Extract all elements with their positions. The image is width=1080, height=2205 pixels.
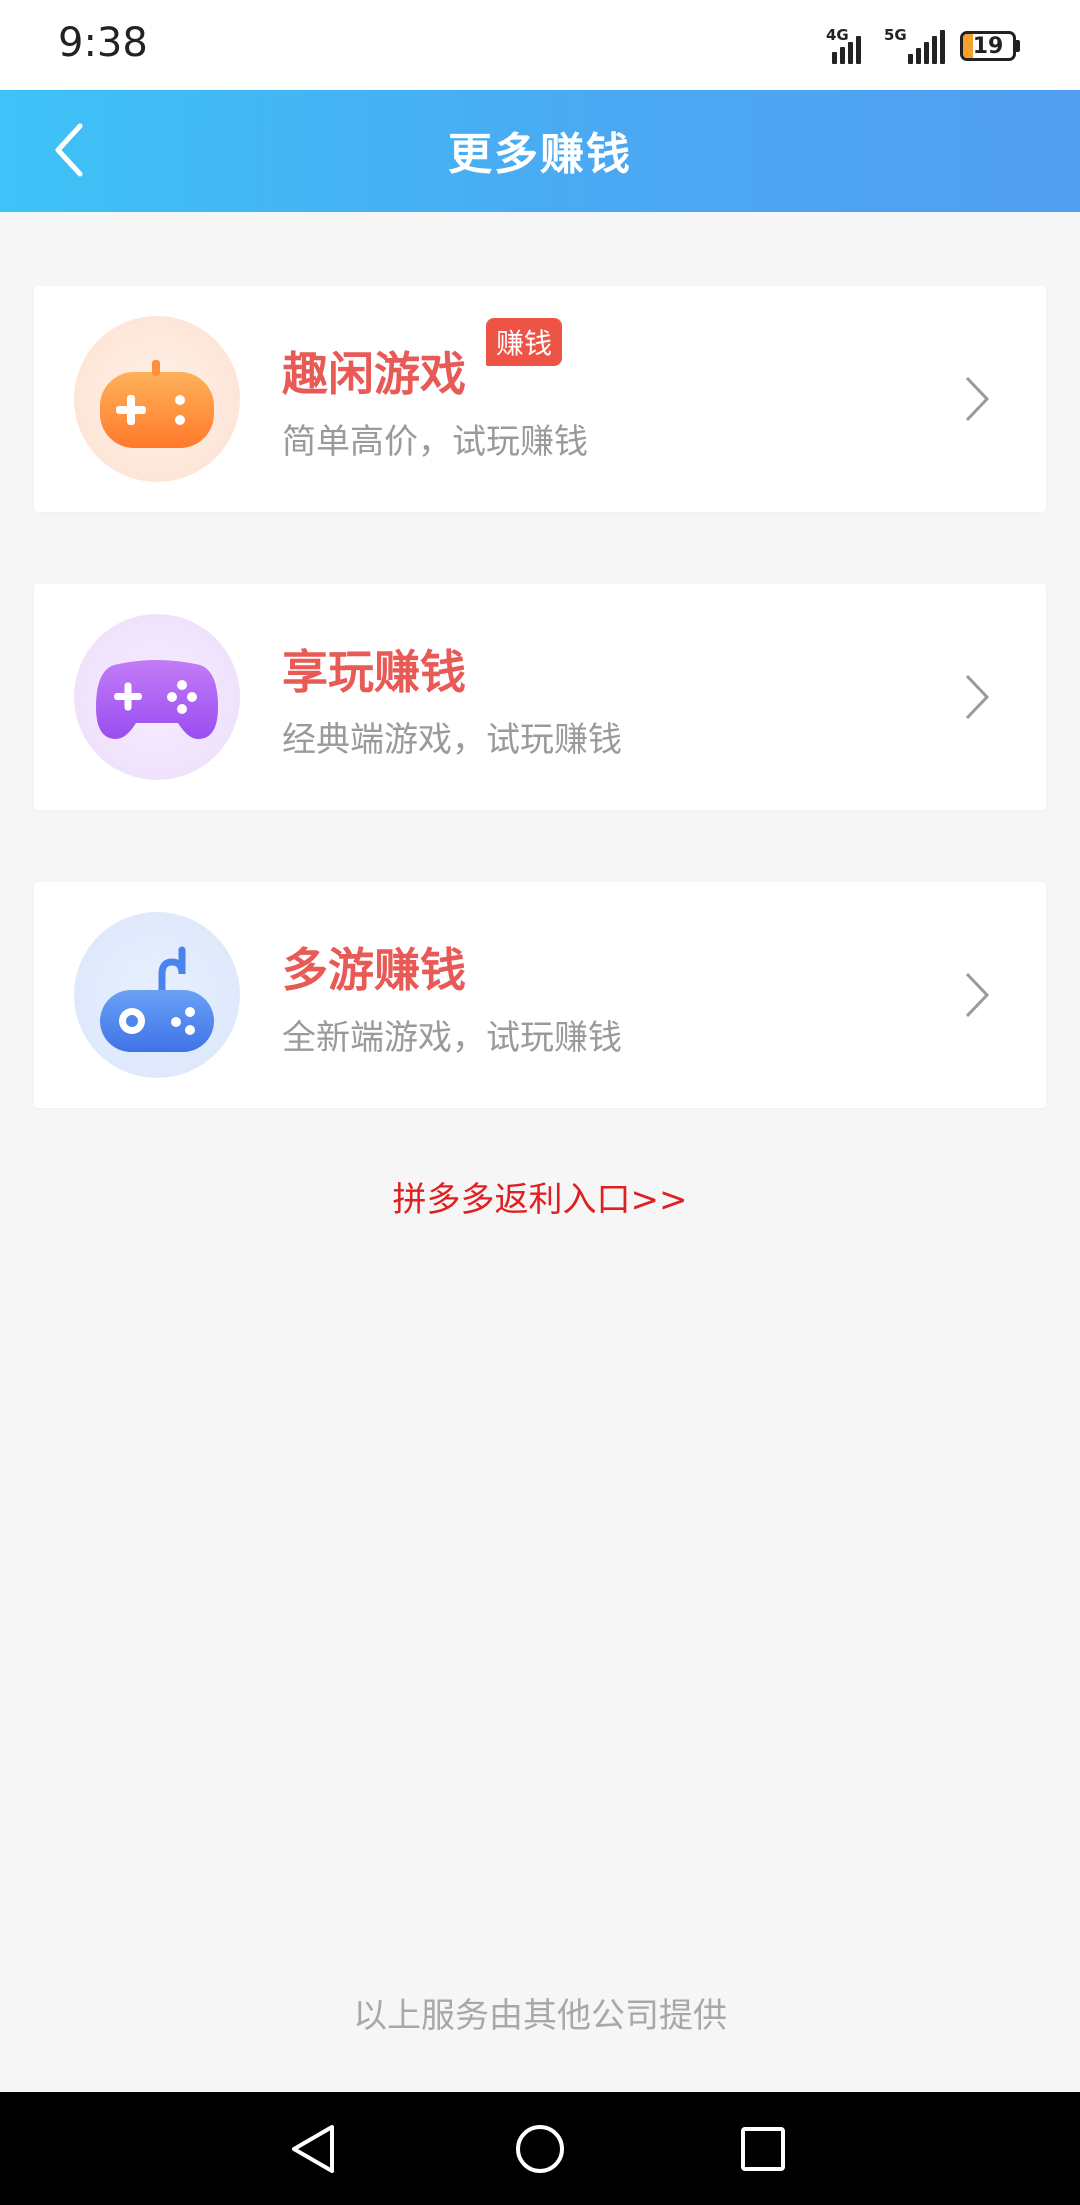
card-xiangwan-earn[interactable]: 享玩赚钱 经典端游戏，试玩赚钱	[34, 584, 1046, 810]
battery-percent: 19	[972, 33, 1004, 59]
chevron-right-icon	[946, 369, 1006, 429]
card-title: 趣闲游戏	[282, 347, 466, 401]
nav-recents-button[interactable]	[728, 2114, 798, 2184]
chevron-right-icon	[946, 965, 1006, 1025]
earn-badge: 赚钱	[486, 318, 563, 366]
page-title: 更多赚钱	[448, 129, 632, 180]
square-recents-icon	[741, 2127, 785, 2171]
triangle-back-icon	[292, 2125, 334, 2173]
signal-4g-icon: 4G	[826, 26, 872, 64]
status-time: 9:38	[58, 20, 148, 66]
card-title: 享玩赚钱	[282, 645, 466, 699]
footer-note: 以上服务由其他公司提供	[353, 1996, 727, 2036]
card-subtitle: 简单高价，试玩赚钱	[282, 422, 588, 462]
nav-back-button[interactable]	[278, 2114, 348, 2184]
status-icons: 4G 5G 19	[826, 24, 1020, 68]
battery-icon: 19	[960, 31, 1020, 61]
blue-joystick-icon	[74, 912, 240, 1078]
status-bar: 9:38 4G 5G 19	[0, 0, 1080, 90]
signal-5g-icon: 5G	[884, 26, 946, 64]
card-subtitle: 经典端游戏，试玩赚钱	[282, 720, 622, 760]
pdd-rebate-link[interactable]: 拼多多返利入口>>	[0, 1172, 1080, 1221]
card-duoyou-earn[interactable]: 多游赚钱 全新端游戏，试玩赚钱	[34, 882, 1046, 1108]
system-nav-bar	[0, 2092, 1080, 2205]
orange-gamepad-icon	[74, 316, 240, 482]
nav-home-button[interactable]	[505, 2114, 575, 2184]
purple-gamepad-icon	[74, 614, 240, 780]
card-subtitle: 全新端游戏，试玩赚钱	[282, 1018, 622, 1058]
chevron-right-icon	[946, 667, 1006, 727]
card-title: 多游赚钱	[282, 943, 466, 997]
circle-home-icon	[516, 2125, 564, 2173]
app-header: 更多赚钱	[0, 90, 1080, 212]
card-quxian-game[interactable]: 趣闲游戏 赚钱 简单高价，试玩赚钱	[34, 286, 1046, 512]
